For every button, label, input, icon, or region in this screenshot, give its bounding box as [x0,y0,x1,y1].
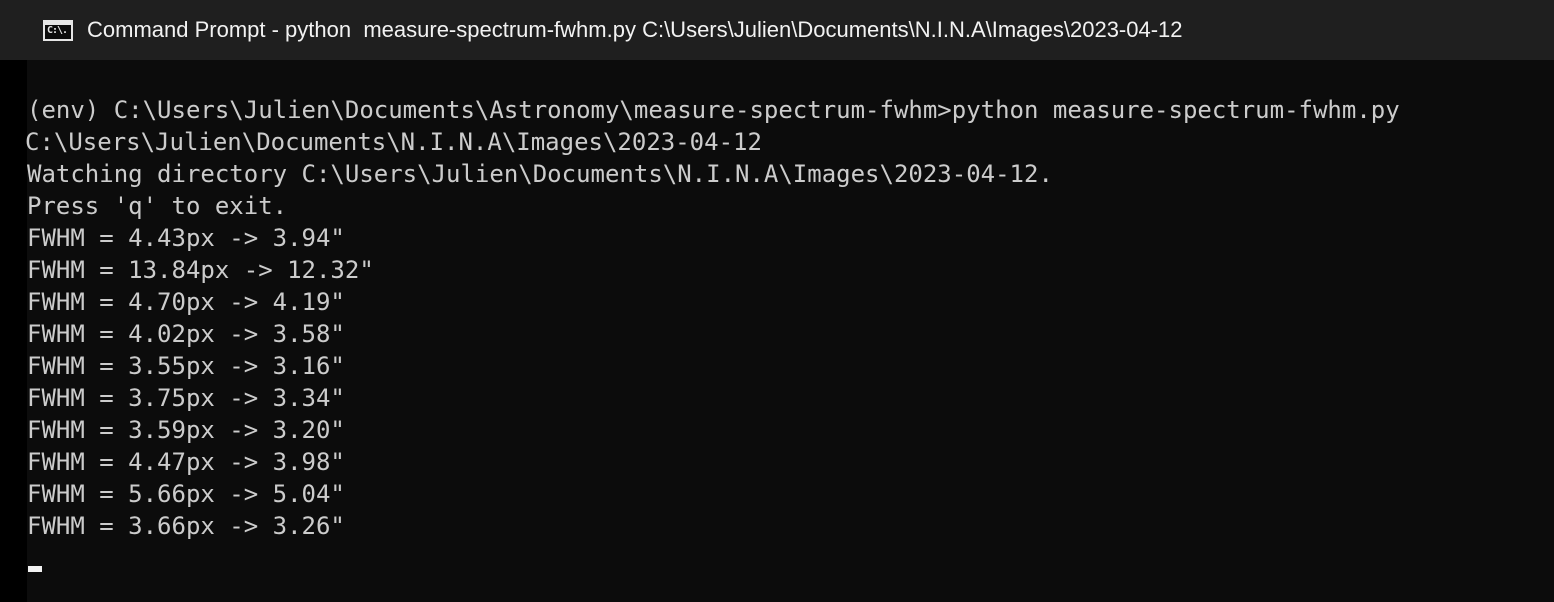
left-margin-strip [0,60,27,602]
cmd-icon: C:\. [43,19,73,41]
cmd-icon-glyph: C:\. [47,24,68,36]
console-line-fwhm: FWHM = 4.43px -> 3.94" [27,224,345,252]
title-bar[interactable]: C:\. Command Prompt - python measure-spe… [0,0,1554,60]
window-title: Command Prompt - python measure-spectrum… [87,17,1183,42]
text-cursor [28,566,42,572]
console-line-command: (env) C:\Users\Julien\Documents\Astronom… [27,96,1400,124]
console-line-command-continued: C:\Users\Julien\Documents\N.I.N.A\Images… [25,128,762,156]
console-line-fwhm: FWHM = 3.75px -> 3.34" [27,384,345,412]
console-output[interactable]: (env) C:\Users\Julien\Documents\Astronom… [25,60,1554,602]
console-line-fwhm: FWHM = 4.47px -> 3.98" [27,448,345,476]
console-line-fwhm: FWHM = 3.55px -> 3.16" [27,352,345,380]
command-prompt-window: C:\. Command Prompt - python measure-spe… [0,0,1554,602]
console-line-fwhm: FWHM = 5.66px -> 5.04" [27,480,345,508]
console-line-fwhm: FWHM = 4.70px -> 4.19" [27,288,345,316]
console-line-fwhm: FWHM = 3.66px -> 3.26" [27,512,345,540]
console-line-watching: Watching directory C:\Users\Julien\Docum… [27,160,1053,188]
console-line-fwhm: FWHM = 4.02px -> 3.58" [27,320,345,348]
console-line-exit-hint: Press 'q' to exit. [27,192,288,220]
console-line-fwhm: FWHM = 3.59px -> 3.20" [27,416,345,444]
console-line-fwhm: FWHM = 13.84px -> 12.32" [27,256,374,284]
